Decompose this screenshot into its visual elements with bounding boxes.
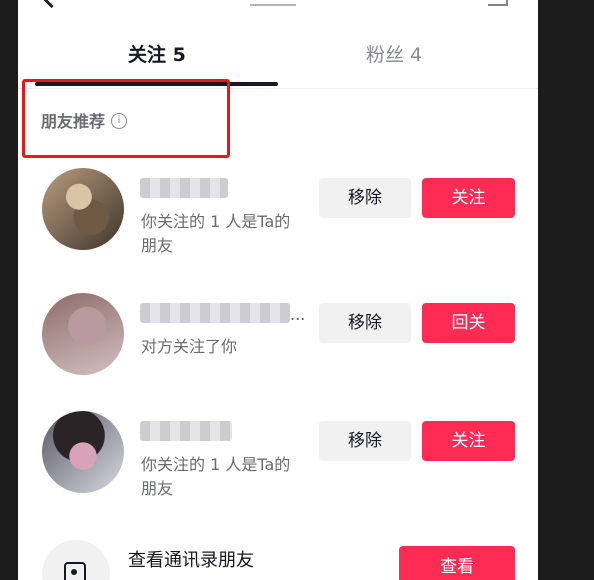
remove-button[interactable]: 移除 <box>319 178 411 218</box>
name-ellipsis: ... <box>290 305 306 324</box>
relation-subtitle: 你关注的 1 人是Ta的朋友 <box>141 455 291 498</box>
contacts-label: 查看通讯录朋友 <box>128 550 254 571</box>
follow-button[interactable]: 关注 <box>422 421 515 461</box>
contact-book-icon <box>64 562 86 580</box>
avatar[interactable] <box>42 411 124 493</box>
relation-subtitle: 对方关注了你 <box>141 337 238 356</box>
blurred-username <box>140 303 290 323</box>
list-item[interactable]: 你关注的 1 人是Ta的朋友 移除 关注 <box>18 168 538 278</box>
tab-fans[interactable]: 粉丝 4 <box>366 40 422 70</box>
avatar[interactable] <box>42 293 124 375</box>
follow-button[interactable]: 关注 <box>422 178 515 218</box>
following-panel: 关注 5 粉丝 4 朋友推荐 i 你关注的 1 人是Ta的朋友 移除 关注 ...… <box>18 0 538 580</box>
blurred-username <box>140 178 228 198</box>
highlight-annotation-box <box>22 79 230 158</box>
title-fragment <box>250 0 296 6</box>
remove-button[interactable]: 移除 <box>319 421 411 461</box>
avatar[interactable] <box>42 168 124 250</box>
blurred-username <box>140 421 232 441</box>
top-bar <box>18 0 538 14</box>
share-icon[interactable] <box>488 0 508 6</box>
view-contacts-button[interactable]: 查看 <box>399 546 515 580</box>
contacts-icon-circle <box>42 540 110 580</box>
remove-button[interactable]: 移除 <box>319 303 411 343</box>
relation-subtitle: 你关注的 1 人是Ta的朋友 <box>141 212 291 255</box>
back-arrow-icon[interactable] <box>40 0 63 9</box>
list-item[interactable]: 你关注的 1 人是Ta的朋友 移除 关注 <box>18 411 538 521</box>
tab-following[interactable]: 关注 5 <box>128 40 186 70</box>
contacts-friends-row[interactable]: 查看通讯录朋友 查看 <box>18 530 538 580</box>
follow-back-button[interactable]: 回关 <box>422 303 515 343</box>
list-item[interactable]: ... 对方关注了你 移除 回关 <box>18 293 538 403</box>
